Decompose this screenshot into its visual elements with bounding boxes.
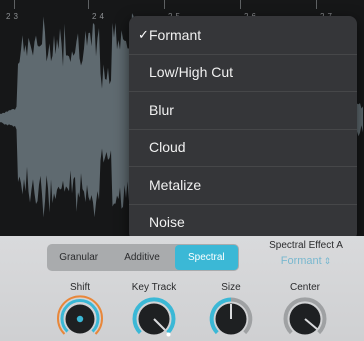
spectral-effect-value: Formant: [280, 255, 322, 267]
key-track-knob[interactable]: [130, 295, 178, 341]
tab-additive[interactable]: Additive: [110, 244, 173, 271]
spectral-effect-title: Spectral Effect A: [269, 240, 343, 251]
checkmark-icon: ✓: [138, 26, 149, 42]
menu-item-label: Formant: [149, 26, 202, 43]
spectral-effect-popup[interactable]: Formant ⇕: [253, 255, 359, 267]
center-label: Center: [289, 282, 320, 293]
tab-granular[interactable]: Granular: [47, 244, 110, 271]
menu-item-label: Cloud: [149, 139, 186, 156]
ruler-label: 24: [92, 12, 107, 21]
tab-spectral[interactable]: Spectral: [174, 245, 238, 270]
shift-label: Shift: [69, 282, 90, 293]
menu-item-cloud[interactable]: Cloud: [129, 128, 357, 167]
menu-item-low-high-cut[interactable]: Low/High Cut: [129, 53, 357, 92]
menu-item-label: Metalize: [149, 176, 202, 193]
menu-item-metalize[interactable]: Metalize: [129, 166, 357, 204]
up-down-chevron-icon: ⇕: [323, 256, 332, 266]
menu-item-label: Low/High Cut: [149, 64, 234, 81]
center-knob[interactable]: [281, 295, 329, 341]
spectral-effect-menu: ✓ Formant Low/High Cut Blur Cloud Metali…: [129, 16, 357, 241]
menu-item-label: Noise: [149, 214, 185, 231]
spectral-controls-panel: Granular Additive Spectral Spectral Effe…: [0, 236, 364, 341]
shift-knob[interactable]: [56, 295, 104, 341]
menu-item-label: Blur: [149, 101, 174, 118]
menu-item-formant[interactable]: ✓ Formant: [129, 16, 357, 54]
menu-item-blur[interactable]: Blur: [129, 91, 357, 129]
ruler-label: 23: [6, 12, 21, 21]
synth-mode-selector: Granular Additive Spectral: [47, 244, 239, 271]
size-knob[interactable]: [207, 295, 255, 341]
size-label: Size: [221, 282, 241, 293]
key-track-label: Key Track: [131, 282, 177, 293]
